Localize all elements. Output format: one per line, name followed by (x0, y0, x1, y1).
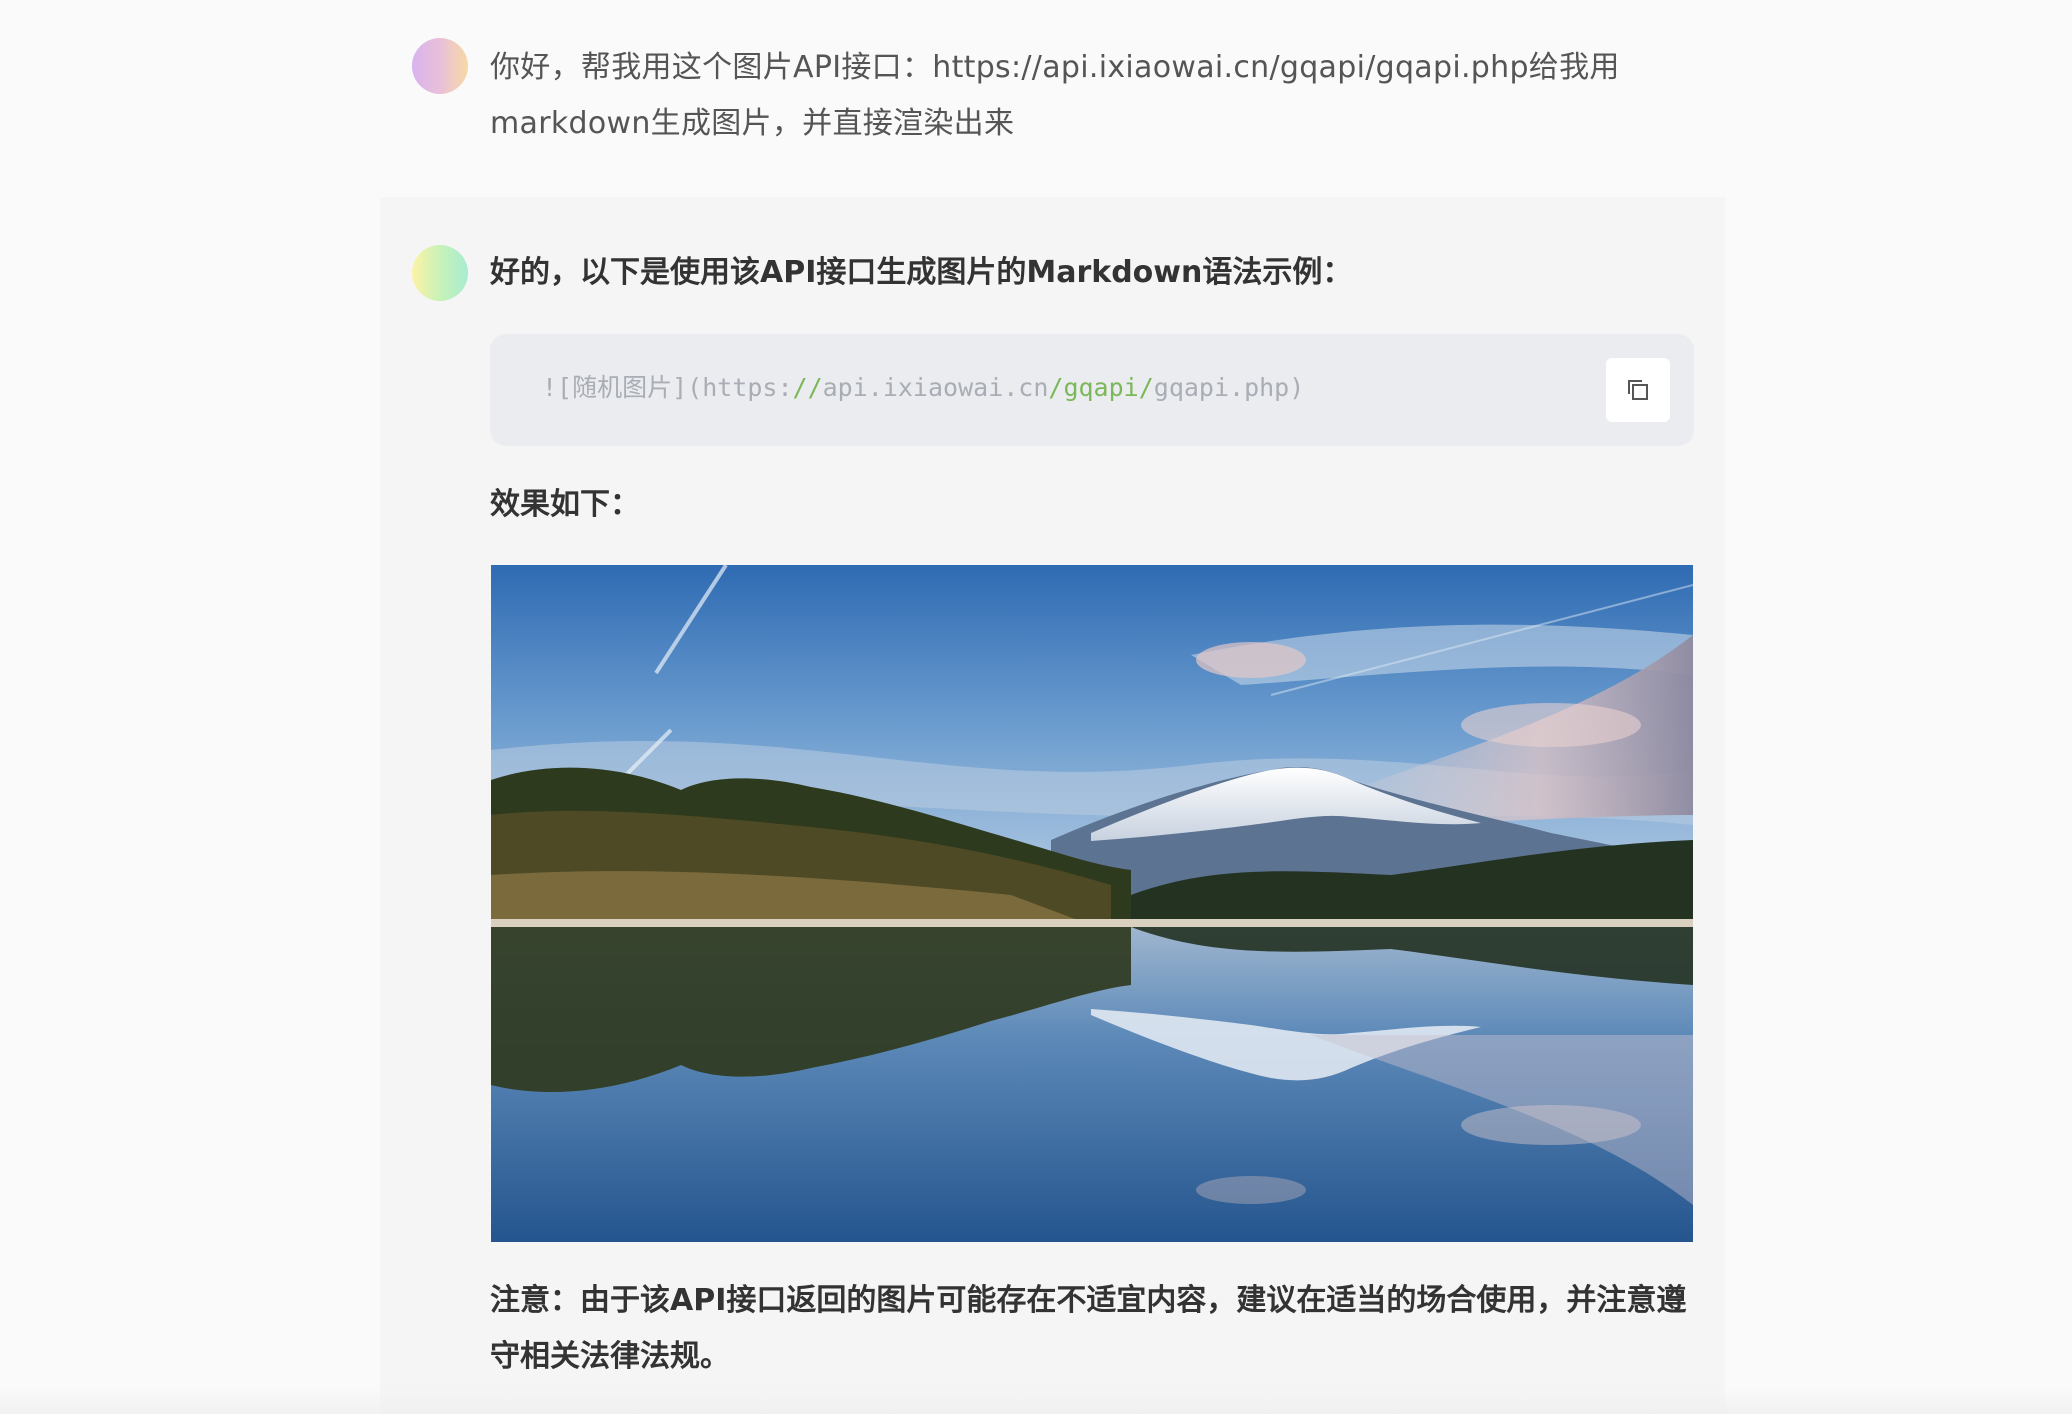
code-slashes: // (792, 373, 823, 402)
assistant-avatar (412, 245, 468, 301)
mountain-lake-landscape-icon (491, 565, 1693, 1242)
rendered-image (491, 565, 1693, 1242)
code-line: ![随机图片](https://api.ixiaowai.cn/gqapi/gq… (542, 368, 1304, 408)
assistant-message: 好的，以下是使用该API接口生成图片的Markdown语法示例： ![随机图片]… (380, 197, 1725, 1414)
user-avatar (412, 38, 468, 94)
code-file: gqapi.php) (1153, 373, 1305, 402)
code-path: /gqapi/ (1048, 373, 1154, 402)
result-label: 效果如下： (490, 487, 640, 522)
bottom-fade (0, 1388, 2072, 1414)
code-block: ![随机图片](https://api.ixiaowai.cn/gqapi/gq… (490, 334, 1694, 446)
code-host: api.ixiaowai.cn (822, 373, 1049, 402)
assistant-note-text: 注意：由于该API接口返回的图片可能存在不适宜内容，建议在适当的场合使用，并注意… (490, 1283, 1687, 1374)
user-message-text: 你好，帮我用这个图片API接口：https://api.ixiaowai.cn/… (490, 50, 1620, 141)
chat-page: 你好，帮我用这个图片API接口：https://api.ixiaowai.cn/… (0, 0, 2072, 1414)
assistant-intro-text: 好的，以下是使用该API接口生成图片的Markdown语法示例： (490, 255, 1353, 290)
code-prefix: ![随机图片](https: (542, 373, 793, 402)
copy-icon (1628, 380, 1648, 400)
copy-code-button[interactable] (1606, 358, 1670, 422)
